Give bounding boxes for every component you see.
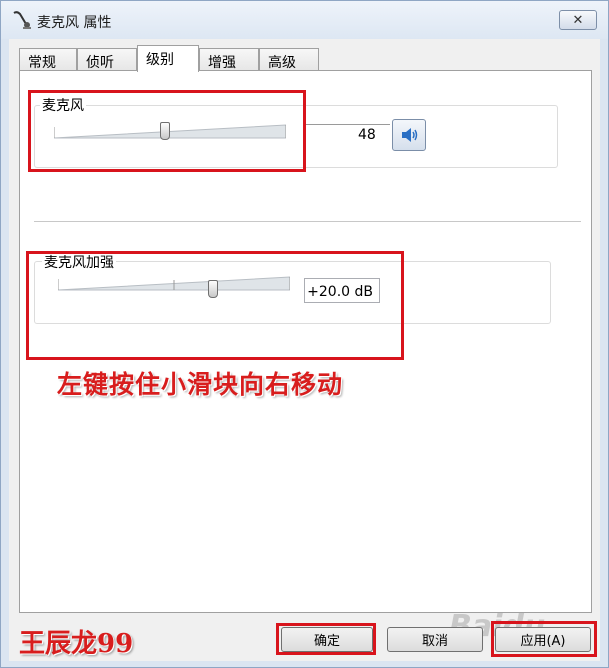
properties-window: 麦克风 属性 ✕ 常规 侦听 级别 增强 高级 麦克风 48 麦克风加强 +20…	[0, 0, 609, 668]
levels-panel: 麦克风 48 麦克风加强 +20.0 dB	[19, 70, 592, 613]
close-icon: ✕	[572, 12, 584, 28]
close-button[interactable]: ✕	[559, 10, 597, 30]
mute-button[interactable]	[392, 119, 426, 151]
highlight-ok	[276, 623, 376, 655]
microphone-icon	[13, 11, 31, 29]
speaker-icon	[402, 128, 418, 142]
author-signature: 王辰龙99	[19, 629, 134, 659]
window-title: 麦克风 属性	[37, 15, 112, 31]
tab-listen[interactable]: 侦听	[77, 48, 137, 71]
instruction-annotation: 左键按住小滑块向右移动	[57, 370, 344, 399]
highlight-apply	[491, 621, 597, 657]
cancel-button[interactable]: 取消	[387, 627, 483, 652]
highlight-boost	[26, 251, 404, 360]
microphone-value: 48	[358, 127, 376, 143]
section-separator	[34, 221, 581, 222]
client-area: 常规 侦听 级别 增强 高级 麦克风 48 麦克风加强 +20.0 dB	[9, 39, 600, 661]
tab-advanced[interactable]: 高级	[259, 48, 319, 71]
microphone-value-underline	[304, 124, 390, 125]
tab-enhancements[interactable]: 增强	[199, 48, 259, 71]
highlight-microphone	[28, 90, 306, 172]
tab-general[interactable]: 常规	[19, 48, 77, 71]
title-bar[interactable]: 麦克风 属性 ✕	[1, 1, 608, 39]
tab-levels[interactable]: 级别	[137, 45, 199, 72]
